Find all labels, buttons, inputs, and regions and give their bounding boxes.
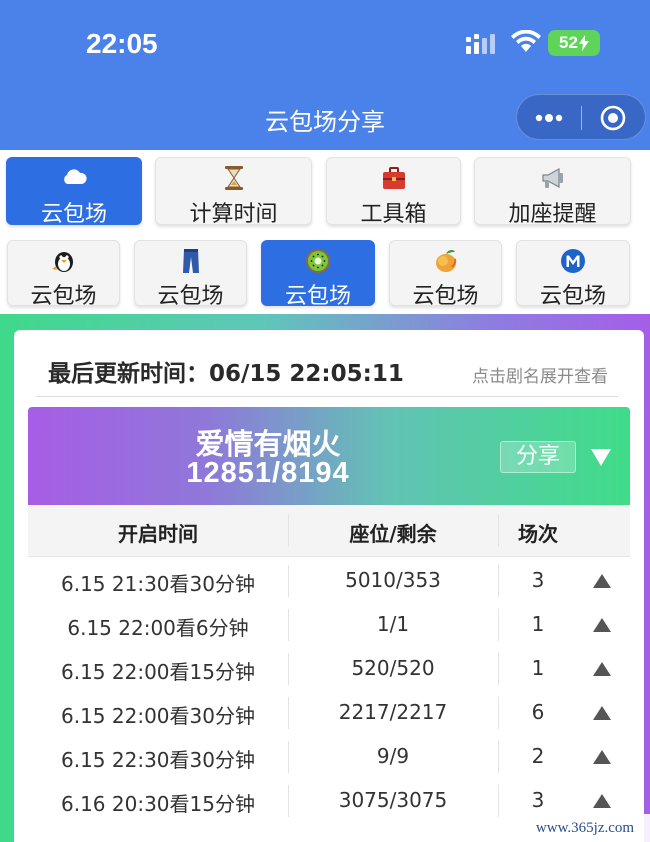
- table-row[interactable]: 6.15 21:30看30分钟 5010/353 3: [28, 559, 630, 603]
- row-sessions: 3: [531, 788, 545, 812]
- row-seats: 1/1: [376, 612, 410, 636]
- session-table: 开启时间 座位/剩余 场次 6.15 21:30看30分钟 5010/353 3…: [28, 505, 630, 842]
- triangle-up-icon[interactable]: [592, 705, 612, 721]
- watermark: www.365jz.com: [520, 814, 650, 842]
- mini-program-capsule: [516, 94, 646, 140]
- triangle-up-icon[interactable]: [592, 573, 612, 589]
- capsule-divider: [581, 106, 582, 130]
- wifi-icon: [511, 30, 541, 52]
- signal-icon: [466, 34, 495, 54]
- column-separator: [498, 515, 499, 547]
- row-seats: 3075/3075: [338, 788, 448, 812]
- column-header-time: 开启时间: [118, 522, 198, 546]
- column-separator: [288, 785, 289, 817]
- row-seats: 2217/2217: [338, 700, 448, 724]
- penguin-icon: [51, 252, 73, 272]
- show-seat-count: 12851/8194: [186, 457, 350, 489]
- title-bar: 云包场分享: [0, 90, 650, 150]
- row-time: 6.15 22:00看30分钟: [61, 704, 255, 728]
- battery-level: 52: [559, 33, 578, 52]
- tab-platform-penguin[interactable]: 云包场: [7, 240, 120, 309]
- column-separator: [498, 741, 499, 773]
- jeans-icon: [182, 249, 199, 273]
- row-time: 6.15 22:00看6分钟: [67, 616, 249, 640]
- column-separator: [288, 653, 289, 685]
- close-target-icon[interactable]: [599, 104, 627, 132]
- row-seats: 520/520: [351, 656, 435, 680]
- tab-platform-mango[interactable]: 云包场: [389, 240, 502, 309]
- column-header-sessions: 场次: [518, 522, 558, 546]
- triangle-up-icon[interactable]: [592, 749, 612, 765]
- tab-platform-jeans[interactable]: 云包场: [134, 240, 247, 309]
- tab-label: 加座提醒: [508, 202, 597, 227]
- tab-calc-time[interactable]: 计算时间: [155, 157, 312, 227]
- row-time: 6.15 21:30看30分钟: [61, 572, 255, 596]
- tab-label: 云包场: [539, 284, 606, 309]
- tab-label: 工具箱: [360, 202, 427, 227]
- tab-platform-m[interactable]: 云包场: [516, 240, 630, 309]
- more-icon[interactable]: [531, 106, 567, 130]
- row-sessions: 1: [531, 656, 545, 680]
- mango-icon: [435, 249, 456, 272]
- share-button[interactable]: 分享: [500, 441, 576, 473]
- table-row[interactable]: 6.15 22:00看15分钟 520/520 1: [28, 647, 630, 691]
- tab-label: 云包场: [157, 284, 224, 309]
- column-separator: [498, 653, 499, 685]
- tab-cloud-booking[interactable]: 云包场: [6, 157, 142, 227]
- column-separator: [498, 785, 499, 817]
- row-sessions: 3: [531, 568, 545, 592]
- row-sessions: 2: [531, 744, 545, 768]
- last-update-time: 最后更新时间：06/15 22:05:11: [48, 361, 404, 387]
- divider: [36, 396, 618, 397]
- row-sessions: 6: [531, 700, 545, 724]
- kiwi-icon: [306, 249, 330, 273]
- column-separator: [288, 609, 289, 641]
- cloud-icon: [64, 169, 87, 184]
- tab-platform-kiwi[interactable]: 云包场: [261, 240, 375, 309]
- toolbox-icon: [382, 167, 405, 189]
- table-header: 开启时间 座位/剩余 场次: [28, 505, 630, 557]
- table-row[interactable]: 6.15 22:00看30分钟 2217/2217 6: [28, 691, 630, 735]
- row-time: 6.15 22:00看15分钟: [61, 660, 255, 684]
- row-time: 6.16 20:30看15分钟: [61, 792, 255, 816]
- charging-icon: [578, 35, 589, 51]
- column-separator: [498, 609, 499, 641]
- triangle-down-icon[interactable]: [590, 447, 612, 467]
- table-row[interactable]: 6.15 22:00看6分钟 1/1 1: [28, 603, 630, 647]
- tab-seat-reminder[interactable]: 加座提醒: [474, 157, 631, 227]
- row-sessions: 1: [531, 612, 545, 636]
- primary-tab-row: 云包场 计算时间 工具箱 加座提醒: [0, 150, 650, 232]
- column-separator: [288, 697, 289, 729]
- tab-label: 云包场: [40, 202, 107, 227]
- show-header[interactable]: 爱情有烟火 12851/8194 分享: [28, 407, 630, 505]
- row-seats: 5010/353: [345, 568, 441, 592]
- tab-label: 云包场: [284, 284, 351, 309]
- status-time: 22:05: [86, 28, 158, 59]
- table-row[interactable]: 6.15 22:30看30分钟 9/9 2: [28, 735, 630, 779]
- tab-label: 云包场: [30, 284, 97, 309]
- platform-tab-row: 云包场 云包场 云包场 云包场 云包场: [0, 232, 650, 314]
- show-card: 最后更新时间：06/15 22:05:11 点击剧名展开查看 爱情有烟火 128…: [14, 330, 644, 842]
- hourglass-icon: [224, 166, 243, 190]
- tab-label: 计算时间: [189, 202, 278, 227]
- column-separator: [288, 565, 289, 597]
- row-seats: 9/9: [376, 744, 410, 768]
- expand-hint: 点击剧名展开查看: [472, 367, 608, 387]
- tab-toolbox[interactable]: 工具箱: [326, 157, 461, 227]
- column-separator: [498, 697, 499, 729]
- column-separator: [288, 515, 289, 547]
- status-bar: 22:05 52: [0, 0, 650, 90]
- column-header-seats: 座位/剩余: [349, 522, 437, 546]
- m-circle-icon: [561, 249, 585, 273]
- row-time: 6.15 22:30看30分钟: [61, 748, 255, 772]
- megaphone-icon: [541, 167, 563, 189]
- column-separator: [288, 741, 289, 773]
- triangle-up-icon[interactable]: [592, 661, 612, 677]
- battery-indicator: 52: [548, 30, 600, 56]
- tab-label: 云包场: [412, 284, 479, 309]
- column-separator: [498, 565, 499, 597]
- triangle-up-icon[interactable]: [592, 617, 612, 633]
- triangle-up-icon[interactable]: [592, 793, 612, 809]
